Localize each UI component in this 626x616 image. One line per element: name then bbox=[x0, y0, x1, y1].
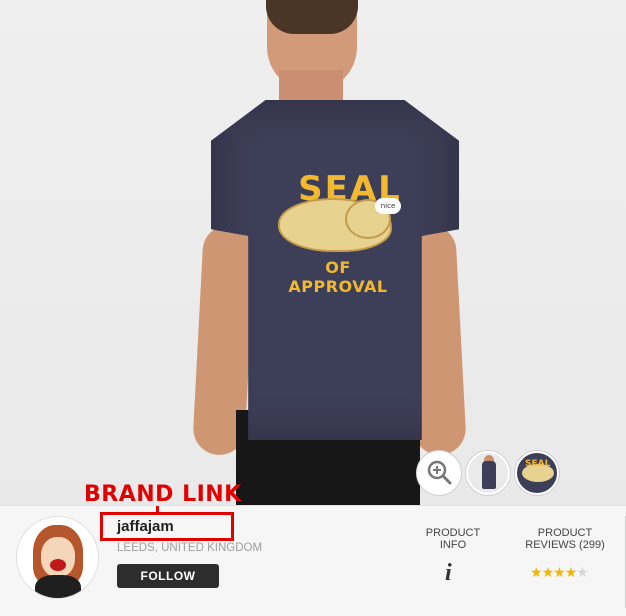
avatar-body bbox=[35, 575, 81, 598]
star-empty-icon: ★ bbox=[576, 564, 589, 580]
thumbnail-design-text: SEAL bbox=[525, 459, 551, 469]
thumbnail-model[interactable] bbox=[466, 451, 510, 495]
avatar-face bbox=[41, 537, 75, 577]
avatar-mouth bbox=[50, 559, 66, 571]
tab-product-info-line1: PRODUCT bbox=[425, 527, 481, 539]
zoom-in-icon bbox=[427, 460, 452, 485]
tab-product-reviews-line1: PRODUCT bbox=[537, 527, 593, 539]
artist-location: LEEDS, UNITED KINGDOM bbox=[117, 542, 263, 554]
tab-product-info[interactable]: PRODUCT INFO bbox=[418, 527, 488, 551]
product-image[interactable]: SEAL nice OF APPROVAL SEAL bbox=[0, 0, 626, 505]
info-icon[interactable]: i bbox=[445, 560, 452, 587]
model-hair bbox=[266, 0, 358, 34]
zoom-button[interactable] bbox=[417, 451, 461, 495]
tab-product-reviews[interactable]: PRODUCT REVIEWS (299) bbox=[520, 527, 610, 551]
speech-bubble: nice bbox=[375, 198, 401, 214]
thumbnail-design[interactable]: SEAL bbox=[515, 451, 559, 495]
follow-button[interactable]: FOLLOW bbox=[117, 564, 219, 588]
tab-product-reviews-line2: REVIEWS (299) bbox=[525, 539, 605, 551]
annotation-highlight-box bbox=[100, 512, 234, 541]
artist-info-bar: jaffajam LEEDS, UNITED KINGDOM FOLLOW PR… bbox=[0, 505, 626, 616]
annotation-label: BRAND LINK bbox=[84, 482, 242, 507]
tab-product-info-line2: INFO bbox=[439, 539, 467, 551]
thumbnail-model-body bbox=[482, 461, 496, 489]
star-rating[interactable]: ★★★★★ bbox=[530, 564, 589, 582]
artist-avatar[interactable] bbox=[16, 516, 99, 599]
design-subtitle: OF APPROVAL bbox=[288, 258, 388, 296]
